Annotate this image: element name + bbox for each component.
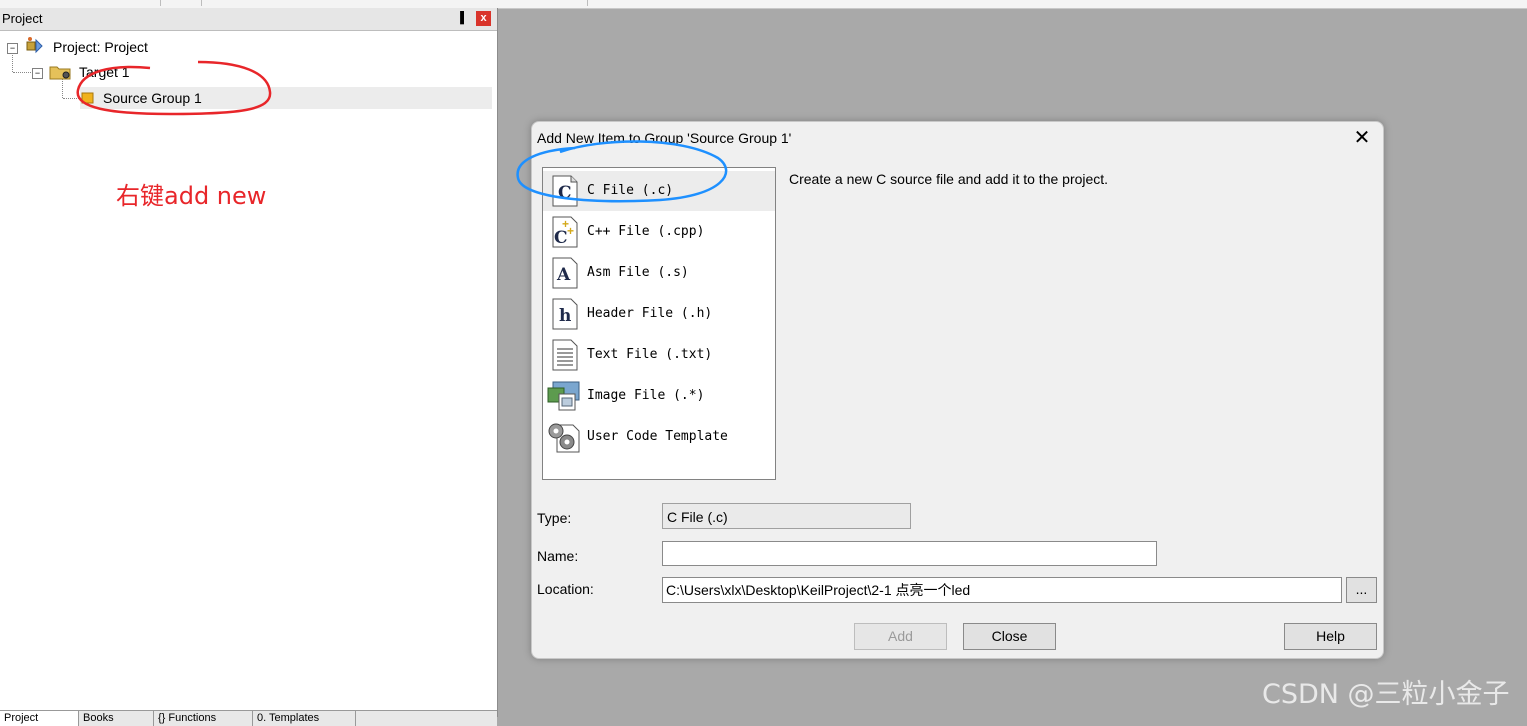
tree-item-target[interactable]: Target 1 — [79, 61, 130, 83]
tree-item-source-group[interactable]: Source Group 1 — [103, 87, 202, 109]
tree-connector — [62, 78, 63, 98]
item-description: Create a new C source file and add it to… — [789, 171, 1109, 187]
close-button[interactable]: Close — [963, 623, 1056, 650]
name-input[interactable] — [662, 541, 1157, 566]
svg-text:h: h — [559, 306, 571, 326]
collapse-target-toggle[interactable]: − — [32, 68, 43, 79]
collapse-root-toggle[interactable]: − — [7, 43, 18, 54]
svg-text:C: C — [558, 183, 572, 203]
tab-templates[interactable]: 0. Templates — [253, 711, 356, 726]
list-item-image-file[interactable]: Image File (.*) — [543, 376, 775, 416]
tree-item-project[interactable]: Project: Project — [53, 36, 148, 58]
tree-connector — [13, 72, 33, 73]
tab-functions[interactable]: {} Functions — [154, 711, 253, 726]
tab-project[interactable]: Project — [0, 711, 79, 726]
annotation-text: 右键add new — [116, 182, 267, 210]
list-item-label: Header File (.h) — [587, 306, 713, 321]
project-icon — [26, 37, 43, 54]
list-item-label: Image File (.*) — [587, 388, 705, 403]
project-panel: Project ▐ x − Project: Project − Target … — [0, 8, 498, 726]
project-panel-title: Project — [2, 11, 43, 26]
csdn-watermark: CSDN @三粒小金子 — [1262, 679, 1510, 710]
header-file-icon: h — [552, 298, 578, 330]
dialog-title: Add New Item to Group 'Source Group 1' — [537, 130, 792, 146]
toolbar-segment — [0, 0, 161, 6]
tree-connector — [12, 52, 13, 72]
project-bottom-tabs: Project Books {} Functions 0. Templates — [0, 710, 497, 726]
list-item-label: C++ File (.cpp) — [587, 224, 705, 239]
image-file-icon — [547, 381, 580, 411]
dialog-close-button[interactable]: ✕ — [1349, 126, 1375, 150]
cpp-file-icon: C + + — [552, 216, 578, 248]
svg-text:+: + — [567, 224, 574, 238]
list-item-asm-file[interactable]: A Asm File (.s) — [543, 253, 775, 293]
list-item-cpp-file[interactable]: C + + C++ File (.cpp) — [543, 212, 775, 252]
list-item-label: Asm File (.s) — [587, 265, 689, 280]
tree-connector — [63, 98, 81, 99]
svg-text:C: C — [554, 228, 568, 248]
list-item-header-file[interactable]: h Header File (.h) — [543, 294, 775, 334]
name-label: Name: — [537, 548, 579, 564]
add-button[interactable]: Add — [854, 623, 947, 650]
text-file-icon — [552, 339, 578, 371]
toolbar-segment — [202, 0, 588, 6]
close-panel-icon[interactable]: x — [476, 11, 491, 26]
user-code-template-icon — [548, 423, 580, 453]
toolbar-segment — [161, 0, 202, 6]
tab-books[interactable]: Books — [79, 711, 154, 726]
asm-file-icon: A — [552, 257, 578, 289]
target-folder-icon — [49, 66, 71, 80]
c-file-icon: C — [552, 175, 578, 207]
type-label: Type: — [537, 510, 572, 526]
browse-button[interactable]: ... — [1346, 577, 1377, 603]
help-button[interactable]: Help — [1284, 623, 1377, 650]
pin-icon[interactable]: ▐ — [453, 11, 467, 25]
location-label: Location: — [537, 581, 594, 597]
list-item-label: User Code Template — [587, 429, 728, 444]
source-group-folder-icon — [81, 92, 94, 104]
location-input[interactable]: C:\Users\xlx\Desktop\KeilProject\2-1 点亮一… — [662, 577, 1342, 603]
list-item-user-code-template[interactable]: User Code Template — [543, 417, 775, 457]
list-item-text-file[interactable]: Text File (.txt) — [543, 335, 775, 375]
list-item-label: C File (.c) — [587, 183, 674, 198]
svg-text:A: A — [556, 265, 571, 285]
add-new-item-dialog: Add New Item to Group 'Source Group 1' ✕… — [531, 121, 1384, 659]
list-item-label: Text File (.txt) — [587, 347, 713, 362]
type-field: C File (.c) — [662, 503, 911, 529]
file-type-list: C C File (.c) C + + C++ File (.cpp) A As… — [542, 167, 776, 480]
project-panel-header: Project ▐ x — [0, 8, 497, 31]
list-item-c-file[interactable]: C C File (.c) — [543, 171, 775, 211]
